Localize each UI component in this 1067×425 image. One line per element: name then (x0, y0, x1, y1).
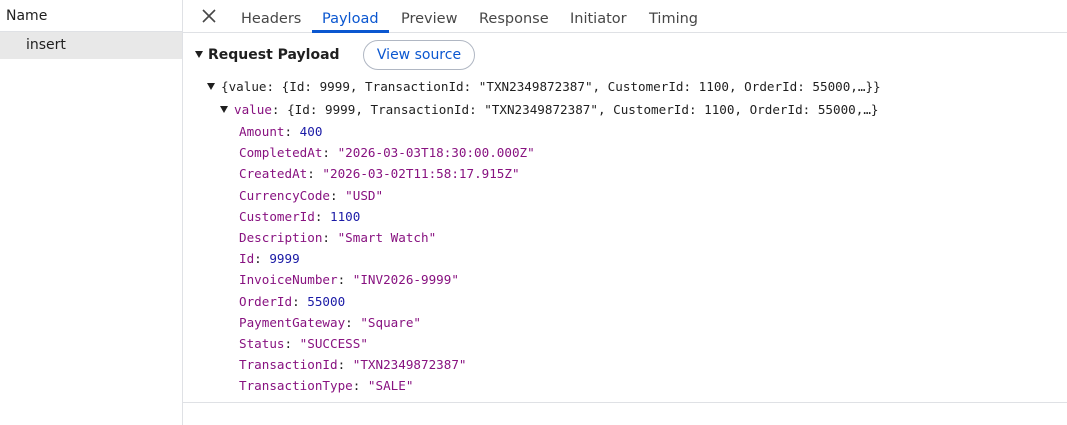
field-value: "SALE" (367, 378, 414, 394)
payload-root-node[interactable]: {value: {Id: 9999, TransactionId: "TXN23… (207, 76, 881, 97)
tab-payload[interactable]: Payload (312, 0, 389, 33)
value-key: value (234, 102, 272, 117)
expand-triangle-icon[interactable] (220, 106, 228, 113)
payload-field-row[interactable]: Status: "SUCCESS" (239, 333, 368, 354)
request-list-panel: Name insert (0, 0, 183, 425)
field-key: PaymentGateway (239, 314, 346, 330)
triangle-down-icon (195, 51, 203, 58)
field-value: "USD" (345, 187, 384, 203)
request-details-panel: Headers Payload Preview Response Initiat… (183, 0, 1067, 425)
field-value: "SUCCESS" (299, 336, 368, 351)
field-key: CompletedAt (239, 145, 323, 161)
root-summary: {value: {Id: 9999, TransactionId: "TXN23… (221, 79, 881, 94)
view-source-button[interactable]: View source (363, 40, 475, 70)
field-key: Status (239, 336, 285, 351)
field-value: 400 (299, 124, 323, 139)
field-key: OrderId (239, 293, 293, 309)
payload-field-row[interactable]: Description: "Smart Watch" (239, 227, 436, 248)
field-value: 9999 (269, 251, 300, 267)
expand-triangle-icon[interactable] (207, 83, 215, 90)
name-column-header[interactable]: Name (0, 0, 182, 32)
field-value: "2026-03-02T11:58:17.915Z" (322, 166, 520, 182)
field-key: CustomerId (239, 208, 315, 224)
close-icon[interactable] (199, 6, 219, 26)
request-payload-title: Request Payload (208, 47, 340, 63)
payload-field-row[interactable]: TransactionId: "TXN2349872387" (239, 354, 466, 375)
request-payload-section-toggle[interactable]: Request Payload (195, 44, 340, 66)
payload-field-row[interactable]: Id: 9999 (239, 248, 300, 269)
field-key: CreatedAt (239, 166, 308, 182)
payload-field-row[interactable]: CurrencyCode: "USD" (239, 185, 383, 206)
field-key: TransactionType (239, 378, 353, 394)
field-value: "Smart Watch" (337, 230, 437, 245)
field-key: TransactionId (239, 357, 338, 373)
field-value: "2026-03-03T18:30:00.000Z" (337, 145, 535, 161)
payload-field-row[interactable]: InvoiceNumber: "INV2026-9999" (239, 269, 459, 290)
field-key: InvoiceNumber (239, 272, 338, 288)
field-key: Amount (239, 124, 285, 139)
field-key: Description (239, 230, 323, 245)
field-value: 55000 (307, 293, 346, 309)
payload-content: Request Payload View source {value: {Id:… (183, 33, 1067, 403)
payload-field-row[interactable]: TransactionType: "SALE" (239, 375, 413, 396)
payload-field-row[interactable]: CompletedAt: "2026-03-03T18:30:00.000Z" (239, 142, 535, 163)
field-value: "INV2026-9999" (352, 272, 459, 288)
payload-field-row[interactable]: OrderId: 55000 (239, 291, 345, 312)
field-key: CurrencyCode (239, 187, 330, 203)
payload-field-row[interactable]: CustomerId: 1100 (239, 206, 360, 227)
field-value: "TXN2349872387" (352, 357, 467, 373)
payload-field-row[interactable]: CreatedAt: "2026-03-02T11:58:17.915Z" (239, 163, 520, 184)
tab-headers[interactable]: Headers (241, 0, 301, 32)
field-value: 1100 (330, 208, 361, 224)
tab-initiator[interactable]: Initiator (570, 0, 627, 32)
tab-response[interactable]: Response (479, 0, 549, 32)
field-value: "Square" (360, 314, 421, 330)
value-summary: {Id: 9999, TransactionId: "TXN2349872387… (287, 102, 879, 117)
tab-timing[interactable]: Timing (649, 0, 698, 32)
payload-value-node[interactable]: value: {Id: 9999, TransactionId: "TXN234… (220, 99, 879, 120)
field-key: Id (239, 251, 255, 267)
payload-field-row[interactable]: Amount: 400 (239, 121, 322, 142)
payload-field-row[interactable]: PaymentGateway: "Square" (239, 312, 421, 333)
request-row-insert[interactable]: insert (0, 32, 182, 59)
tab-preview[interactable]: Preview (401, 0, 457, 32)
details-tab-bar: Headers Payload Preview Response Initiat… (183, 0, 1067, 33)
